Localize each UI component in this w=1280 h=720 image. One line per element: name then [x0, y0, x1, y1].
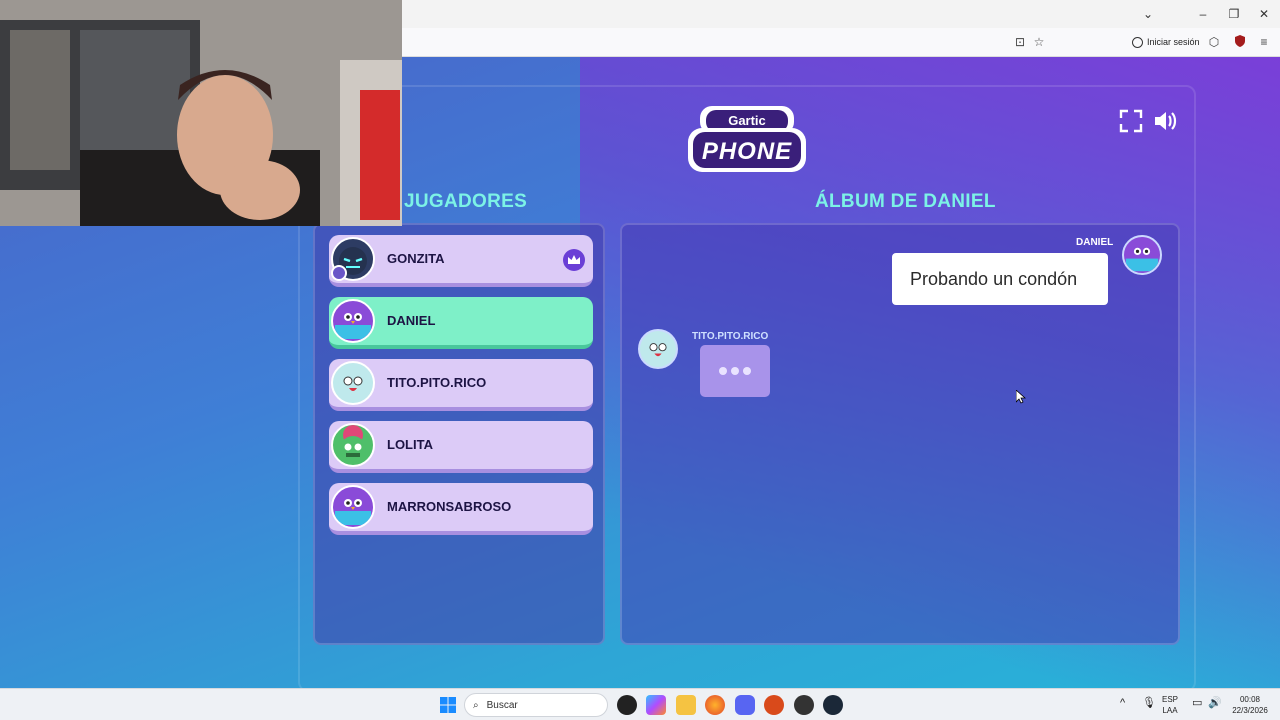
logo-bottom-text: PHONE [701, 138, 793, 165]
signin-label: Iniciar sesión [1147, 37, 1200, 47]
chevron-down-icon[interactable]: ⌄ [1140, 6, 1156, 22]
player-card-gonzita[interactable]: GONZITA [329, 235, 593, 287]
avatar [331, 299, 375, 343]
players-panel: GONZITA DANIEL TITO.PITO.RICO LOLITA MAR… [313, 223, 605, 645]
windows-taskbar: ⌕ Buscar ^ 🎙 ESP LAA ▭ 🔊 00:08 22/3/2026 [0, 688, 1280, 720]
avatar [331, 485, 375, 529]
microphone-icon[interactable]: 🎙 [1142, 698, 1156, 709]
search-placeholder: Buscar [486, 699, 518, 711]
folder-icon[interactable] [676, 695, 696, 715]
dot [719, 367, 727, 375]
close-icon[interactable]: ✕ [1256, 6, 1272, 22]
network-icon[interactable]: ▭ [1192, 698, 1202, 709]
taskbar-search[interactable]: ⌕ Buscar [464, 693, 608, 717]
copilot-icon[interactable] [646, 695, 666, 715]
album-title: ÁLBUM DE DANIEL [815, 191, 996, 212]
mouse-cursor-icon [1015, 389, 1027, 409]
steam-icon[interactable] [823, 695, 843, 715]
clock[interactable]: 00:08 22/3/2026 [1228, 694, 1272, 716]
avatar [331, 361, 375, 405]
gartic-phone-logo: Gartic PHONE [686, 102, 808, 176]
player-name: DANIEL [387, 313, 436, 328]
player-name: MARRONSABROSO [387, 499, 512, 514]
extensions-icon[interactable]: ⬡ [1206, 34, 1222, 50]
lang-bottom: LAA [1162, 706, 1178, 715]
player-card-daniel[interactable]: DANIEL [329, 297, 593, 349]
language-indicator[interactable]: ESP LAA [1162, 694, 1178, 716]
players-title: JUGADORES [404, 191, 528, 212]
shield-icon[interactable] [1232, 34, 1248, 50]
message-author: DANIEL [1076, 237, 1114, 248]
volume-tray-icon[interactable]: 🔊 [1208, 698, 1222, 709]
dot [731, 367, 739, 375]
player-card-marronsabroso[interactable]: MARRONSABROSO [329, 483, 593, 535]
firefox-icon[interactable] [705, 695, 725, 715]
player-name: GONZITA [387, 251, 445, 266]
webcam-overlay [0, 0, 402, 226]
menu-icon[interactable]: ≡ [1256, 34, 1272, 50]
app-icon[interactable] [617, 695, 637, 715]
player-name: TITO.PITO.RICO [387, 375, 487, 390]
logo-top-text: Gartic [728, 113, 766, 128]
player-card-tito[interactable]: TITO.PITO.RICO [329, 359, 593, 411]
player-card-lolita[interactable]: LOLITA [329, 421, 593, 473]
install-icon[interactable]: ⊡ [1012, 34, 1028, 50]
volume-icon[interactable] [1153, 109, 1177, 133]
signin-button[interactable]: Iniciar sesión [1132, 34, 1200, 50]
typing-indicator [700, 345, 770, 397]
discord-icon[interactable] [735, 695, 755, 715]
lang-top: ESP [1162, 695, 1179, 704]
minimize-icon[interactable]: – [1195, 6, 1211, 22]
windows-start-icon[interactable] [440, 697, 456, 713]
crown-icon [563, 249, 585, 271]
account-icon [1132, 36, 1143, 48]
avatar [1122, 235, 1162, 275]
message-bubble: Probando un condón [892, 253, 1108, 305]
app-icon[interactable] [794, 695, 814, 715]
restore-icon[interactable]: ❐ [1226, 6, 1242, 22]
avatar [638, 329, 678, 369]
search-icon: ⌕ [473, 699, 479, 711]
star-icon[interactable]: ☆ [1031, 34, 1047, 50]
host-user-icon [331, 265, 347, 281]
fullscreen-icon[interactable] [1119, 109, 1143, 133]
clock-date: 22/3/2026 [1232, 706, 1268, 715]
album-panel: DANIEL Probando un condón TITO.PITO.RICO [620, 223, 1180, 645]
app-icon[interactable] [764, 695, 784, 715]
dot [743, 367, 751, 375]
chevron-up-icon[interactable]: ^ [1120, 698, 1125, 709]
message-author: TITO.PITO.RICO [692, 331, 769, 342]
player-name: LOLITA [387, 437, 433, 452]
avatar [331, 423, 375, 467]
clock-time: 00:08 [1239, 695, 1261, 704]
